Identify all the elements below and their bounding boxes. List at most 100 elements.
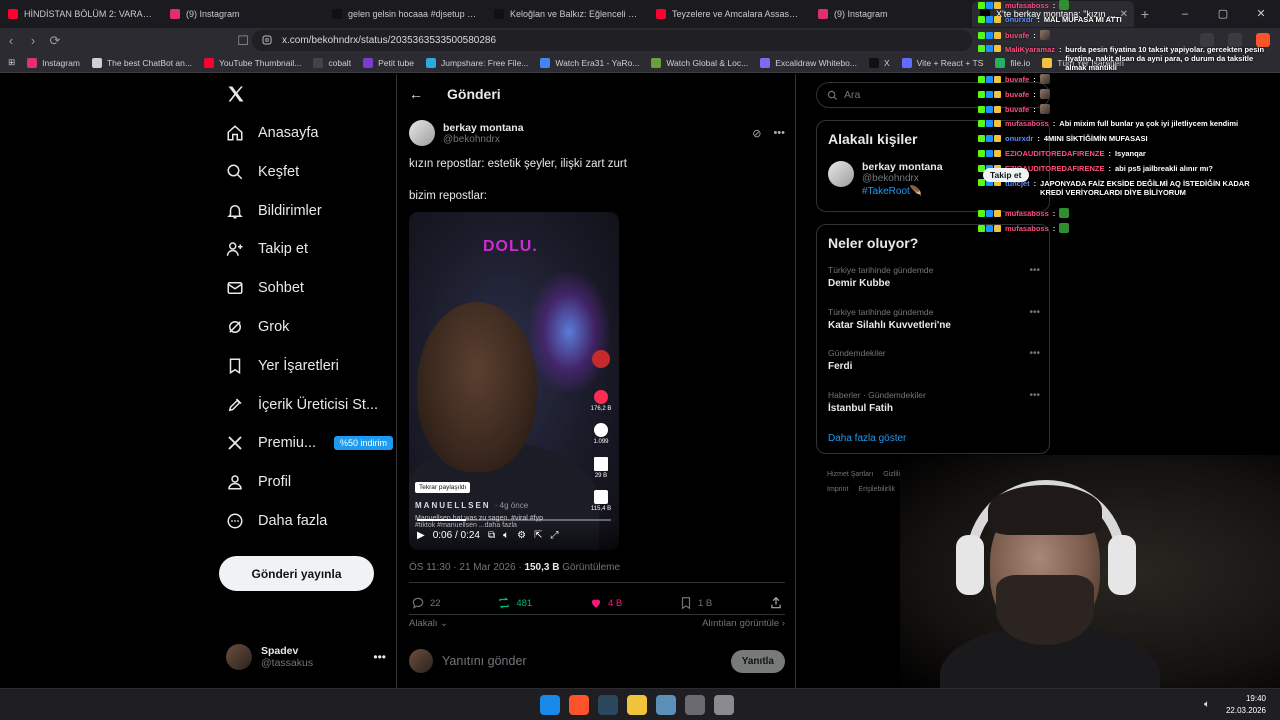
nav-item-more-circle[interactable]: Daha fazla (226, 512, 327, 530)
trend-item[interactable]: Gündemdekiler Ferdi ••• (828, 348, 1040, 372)
chat-badges (978, 209, 1001, 217)
footer-link[interactable]: Erişilebilirlik (858, 482, 895, 497)
start-icon[interactable] (540, 695, 560, 715)
nav-item-profile[interactable]: Profil (226, 473, 291, 491)
share-action[interactable] (769, 596, 783, 610)
apps-grid-icon[interactable]: ⊞ (8, 57, 15, 68)
bookmark-item[interactable]: X (868, 57, 890, 68)
related-handle: @bekohndrx (862, 173, 919, 184)
repost-action[interactable]: 481 (497, 596, 532, 610)
play-icon[interactable]: ▶ (417, 530, 425, 541)
trend-item[interactable]: Türkiye tarihinde gündemde Katar Silahlı … (828, 307, 1040, 331)
bookmark-item[interactable]: cobalt (313, 57, 351, 68)
x-logo-icon[interactable] (226, 84, 246, 104)
browser-tab[interactable]: Teyzelere ve Amcalara Assassin's Cre (648, 1, 810, 27)
browser-tab[interactable]: gelen gelsin hocaaa #djsetup #kesfet (324, 1, 486, 27)
captions-icon[interactable]: ⧉ (488, 530, 495, 541)
account-switcher[interactable]: Spadev @tassakus ••• (226, 644, 386, 670)
trend-item[interactable]: Türkiye tarihinde gündemde Demir Kubbe ••• (828, 265, 1040, 289)
reload-icon[interactable]: ⟳ (44, 33, 66, 49)
file-explorer-icon[interactable] (627, 695, 647, 715)
nav-item-bookmarks[interactable]: Yer İşaretleri (226, 357, 339, 375)
sort-dropdown[interactable]: Alakalı ⌄ (409, 618, 448, 629)
browser-tab[interactable]: Keloğlan ve Balkız: Eğlenceli Bir Cehe (486, 1, 648, 27)
trend-more-icon[interactable]: ••• (1029, 348, 1040, 359)
related-bio[interactable]: #TakeRoot🪶 (862, 186, 943, 197)
browser-tab[interactable]: (9) Instagram (810, 1, 972, 27)
nav-item-notifications[interactable]: Bildirimler (226, 202, 322, 220)
browser-tab[interactable]: HİNDİSTAN BÖLÜM 2: VARANASİ VE (0, 1, 162, 27)
bookmark-item[interactable]: Watch Global & Loc... (651, 57, 748, 68)
brave-browser-icon[interactable] (569, 695, 589, 715)
bookmark-item[interactable]: Petit tube (363, 57, 414, 68)
author-name[interactable]: berkay montana (443, 122, 524, 134)
volume-icon[interactable]: 🔈︎ (503, 530, 509, 541)
nav-item-follow[interactable]: Takip et (226, 240, 308, 258)
reply-button[interactable]: Yanıtla (730, 649, 785, 673)
bookmark-favicon-icon (425, 57, 436, 68)
author-handle[interactable]: @bekohndrx (443, 134, 524, 145)
nav-item-home[interactable]: Anasayfa (226, 124, 318, 142)
author-avatar[interactable] (409, 120, 435, 146)
post-timestamp[interactable]: ÖS 11:30 · 21 Mar 2026 · (409, 562, 524, 573)
trend-more-icon[interactable]: ••• (1029, 307, 1040, 318)
follow-button[interactable]: Takip et (983, 168, 1029, 182)
video-time: 0:06 / 0:24 (432, 529, 480, 541)
fullscreen-icon[interactable]: ⤢ (550, 530, 558, 541)
trend-item[interactable]: Haberler · Gündemdekiler İstanbul Fatih ••… (828, 390, 1040, 414)
bookmark-page-icon[interactable]: ☐ (232, 33, 254, 49)
bookmark-item[interactable]: Watch Era31 - YaRo... (540, 57, 639, 68)
chat-emote-icon (1059, 208, 1070, 218)
back-icon[interactable]: ‹ (0, 33, 22, 48)
related-person[interactable]: berkay montana @bekohndrx #TakeRoot🪶 (828, 161, 943, 197)
post-more-icon[interactable]: ••• (773, 127, 785, 140)
steam-icon[interactable] (598, 695, 618, 715)
like-action[interactable]: 4 B (589, 596, 622, 610)
nav-item-grok[interactable]: Grok (226, 318, 289, 336)
pip-icon[interactable]: ⇱ (534, 530, 542, 541)
bookmark-item[interactable]: Vite + React + TS (901, 57, 983, 68)
view-quotes-link[interactable]: Alıntıları görüntüle › (702, 618, 785, 629)
bookmark-item[interactable]: Instagram (27, 57, 80, 68)
footer-link[interactable]: Hizmet Şartları (827, 467, 873, 482)
nav-item-messages[interactable]: Sohbet (226, 279, 304, 297)
site-info-icon[interactable] (262, 35, 272, 45)
volume-tray-icon[interactable]: 🔈︎ (1204, 699, 1210, 710)
bookmark-item[interactable]: The best ChatBot an... (91, 57, 192, 68)
photos-icon[interactable] (656, 695, 676, 715)
chat-username: mufasaboss (1005, 119, 1049, 128)
nav-label: Anasayfa (258, 125, 319, 141)
trend-name: Katar Silahlı Kuvvetleri'ne (828, 319, 951, 331)
settings-icon[interactable]: ⚙︎ (517, 530, 526, 541)
video-player[interactable]: DOLU. 176,2 B 1.099 29 B 115,4 B Tekrar … (409, 212, 619, 550)
nav-item-creator-studio[interactable]: İçerik Üreticisi St... (226, 396, 378, 414)
more-icon[interactable]: ••• (373, 650, 386, 664)
bookmark-item[interactable]: YouTube Thumbnail... (203, 57, 301, 68)
reply-action[interactable]: 22 (411, 596, 441, 610)
bookmark-item[interactable]: Jumpshare: Free File... (425, 57, 528, 68)
nav-item-explore[interactable]: Keşfet (226, 163, 299, 181)
video-handle: MANUELLSEN · 4g önce (415, 501, 529, 510)
bookmark-action[interactable]: 1 B (679, 596, 712, 610)
url-field[interactable]: x.com/bekohndrx/status/20353635335005802… (252, 30, 972, 51)
system-clock[interactable]: 19:40 22.03.2026 (1226, 693, 1266, 717)
grok-icon[interactable]: ⊘ (752, 127, 761, 140)
account-handle: @tassakus (261, 657, 314, 669)
tab-favicon-icon (170, 9, 180, 19)
trend-more-icon[interactable]: ••• (1029, 265, 1040, 276)
show-more-link[interactable]: Daha fazla göster (828, 433, 906, 444)
settings-app-icon[interactable] (714, 695, 734, 715)
share-icon (771, 596, 781, 609)
browser-tab[interactable]: (9) Instagram (162, 1, 324, 27)
trend-context: Türkiye tarihinde gündemde (828, 265, 934, 275)
nav-label: Profil (258, 474, 292, 491)
footer-link[interactable]: Imprint (827, 482, 848, 497)
back-arrow-icon[interactable]: ← (409, 86, 423, 102)
post-button[interactable]: Gönderi yayınla (219, 556, 374, 591)
bookmark-item[interactable]: Excalidraw Whitebo... (760, 57, 857, 68)
nav-item-premium-x[interactable]: Premiu... %50 indirim (226, 434, 394, 452)
reply-input[interactable] (442, 654, 712, 668)
obs-icon[interactable] (685, 695, 705, 715)
trend-more-icon[interactable]: ••• (1029, 390, 1040, 401)
forward-icon[interactable]: › (22, 33, 44, 48)
